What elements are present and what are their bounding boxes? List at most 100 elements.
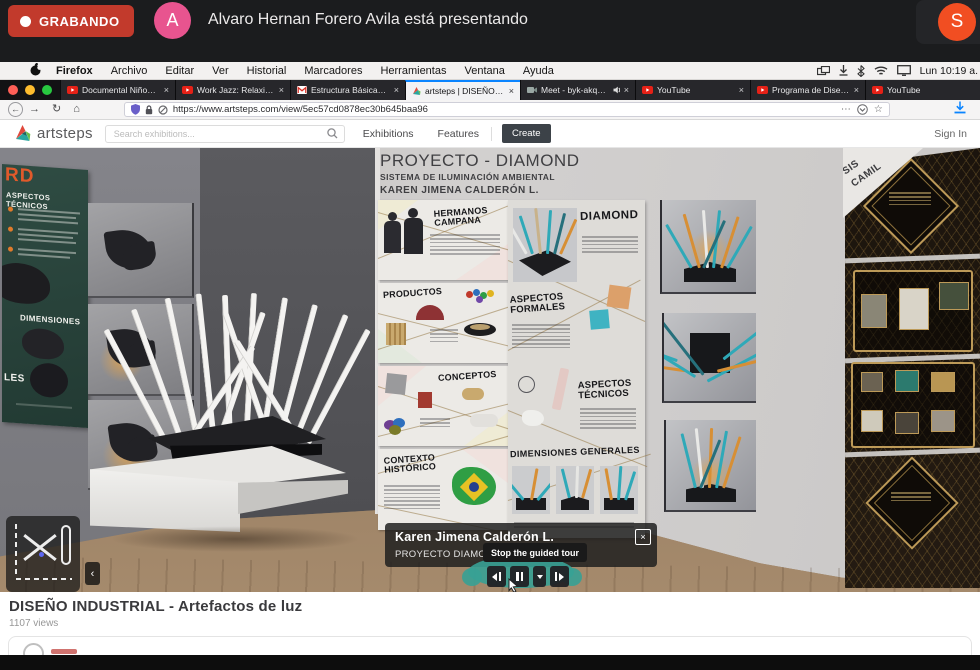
menu-bar-clock[interactable]: Lun 10:19 a. bbox=[920, 65, 978, 77]
figure-head bbox=[388, 212, 397, 221]
menu-marcadores[interactable]: Marcadores bbox=[295, 65, 371, 77]
lock-icon[interactable] bbox=[145, 105, 153, 115]
artsteps-logo[interactable]: artsteps bbox=[0, 124, 93, 144]
nav-features[interactable]: Features bbox=[426, 128, 491, 140]
url-address-field[interactable]: https://www.artsteps.com/view/5ec57cd087… bbox=[124, 102, 890, 117]
poster-heading: PRODUCTOS bbox=[383, 287, 443, 301]
header-divider bbox=[491, 127, 492, 141]
browser-toolbar: ← → ↻ ⌂ https://www.artsteps.com/view/5e… bbox=[0, 100, 980, 120]
presenter-initial: A bbox=[166, 10, 178, 31]
tab-close-icon[interactable]: × bbox=[509, 86, 514, 96]
apple-logo-icon bbox=[30, 63, 41, 76]
pause-icon bbox=[521, 572, 524, 581]
tab-programa[interactable]: Programa de Diseño Industria × bbox=[750, 80, 865, 100]
teal-infographic-poster[interactable]: RD ASPECTOS TÉCNICOS DIMENSIONES LES bbox=[2, 164, 88, 428]
speaker-icon[interactable] bbox=[613, 86, 620, 94]
home-button[interactable]: ⌂ bbox=[67, 104, 86, 115]
youtube-favicon bbox=[67, 86, 78, 94]
tab-meet[interactable]: Meet - byk-akqo-bsp × bbox=[520, 80, 635, 100]
url-bar-actions: ⋯ ☆ bbox=[841, 104, 883, 115]
pocket-icon[interactable] bbox=[857, 104, 868, 115]
wall-strip bbox=[845, 254, 980, 264]
display-icon[interactable] bbox=[897, 65, 911, 76]
menu-firefox[interactable]: Firefox bbox=[47, 65, 102, 77]
input-arrow-icon[interactable] bbox=[839, 65, 848, 76]
wall-title-line2: SISTEMA DE ILUMINACIÓN AMBIENTAL bbox=[380, 172, 579, 182]
tour-options-button[interactable] bbox=[533, 566, 546, 587]
self-avatar[interactable]: S bbox=[938, 3, 976, 41]
create-button[interactable]: Create bbox=[502, 124, 551, 143]
poster-campana[interactable]: HERMANOS CAMPANA PRODUCTOS bbox=[378, 200, 508, 530]
tab-close-icon[interactable]: × bbox=[854, 85, 859, 95]
tab-youtube-1[interactable]: YouTube × bbox=[635, 80, 750, 100]
menu-archivo[interactable]: Archivo bbox=[102, 65, 157, 77]
minimap-collapse-button[interactable]: ‹ bbox=[85, 562, 100, 585]
reload-button[interactable]: ↻ bbox=[46, 104, 67, 115]
poster-campana-s3: CONCEPTOS bbox=[378, 366, 508, 446]
menu-ver[interactable]: Ver bbox=[203, 65, 238, 77]
guided-tour-controls bbox=[487, 566, 569, 587]
tab-close-icon[interactable]: × bbox=[279, 85, 284, 95]
search-input[interactable] bbox=[112, 128, 323, 140]
permissions-icon[interactable] bbox=[158, 105, 168, 115]
stick-sculpture-3d-model[interactable] bbox=[155, 293, 335, 443]
forward-button[interactable]: → bbox=[23, 104, 46, 115]
tab-close-icon[interactable]: × bbox=[394, 85, 399, 95]
shield-icon[interactable] bbox=[131, 104, 140, 115]
apple-menu[interactable] bbox=[0, 63, 47, 79]
close-window-button[interactable] bbox=[8, 85, 18, 95]
minimap[interactable] bbox=[6, 516, 80, 592]
maximize-window-button[interactable] bbox=[42, 85, 52, 95]
menu-editar[interactable]: Editar bbox=[156, 65, 203, 77]
next-step-button[interactable] bbox=[550, 566, 569, 587]
menu-ayuda[interactable]: Ayuda bbox=[514, 65, 563, 77]
framed-artwork-lamp-1[interactable] bbox=[88, 203, 194, 298]
bluetooth-icon[interactable] bbox=[857, 65, 865, 77]
poster-campana-s4: CONTEXTO HISTÓRICO bbox=[378, 449, 508, 530]
wall-title-line1: PROYECTO - DIAMOND bbox=[380, 151, 579, 171]
deco-concepts-panel bbox=[851, 362, 975, 448]
back-button[interactable]: ← bbox=[8, 102, 23, 117]
tab-label: Documental Niños Rosados y bbox=[82, 85, 160, 95]
search-icon[interactable] bbox=[327, 128, 338, 139]
tab-label: YouTube bbox=[657, 85, 735, 95]
mirror-icon[interactable] bbox=[817, 66, 830, 76]
poster-diamond[interactable]: DIAMOND ASPECTOS FORMALES ASPECTOS TÉCNI… bbox=[508, 200, 645, 538]
more-options-icon[interactable]: ⋯ bbox=[841, 104, 851, 115]
previous-step-button[interactable] bbox=[487, 566, 506, 587]
bullet-icon bbox=[8, 246, 13, 251]
tab-close-icon[interactable]: × bbox=[164, 85, 169, 95]
stick-bundle-image bbox=[552, 368, 570, 411]
tooltip-close-button[interactable]: × bbox=[635, 529, 651, 545]
record-dot-icon bbox=[20, 16, 31, 27]
nav-exhibitions[interactable]: Exhibitions bbox=[351, 128, 426, 140]
tab-close-icon[interactable]: × bbox=[624, 85, 629, 95]
deco-poster-wall[interactable] bbox=[845, 148, 980, 588]
artsteps-logo-icon bbox=[13, 124, 33, 144]
tour-tooltip: Stop the guided tour bbox=[483, 543, 587, 562]
tab-documental[interactable]: Documental Niños Rosados y × bbox=[60, 80, 175, 100]
url-text: https://www.artsteps.com/view/5ec57cd087… bbox=[173, 104, 836, 115]
tab-work-jazz[interactable]: Work Jazz: Relaxing Jazz Hip × bbox=[175, 80, 290, 100]
tab-close-icon[interactable]: × bbox=[739, 85, 744, 95]
bookmark-star-icon[interactable]: ☆ bbox=[874, 104, 883, 115]
tab-artsteps-active[interactable]: artsteps | DISEÑO INDUSTRIA × bbox=[405, 80, 520, 100]
tab-estructura[interactable]: Estructura Básicas y referent × bbox=[290, 80, 405, 100]
wifi-icon[interactable] bbox=[874, 65, 888, 76]
minimap-wall-bottom bbox=[16, 578, 72, 580]
download-icon[interactable] bbox=[954, 101, 966, 114]
framed-stick-artwork-2[interactable] bbox=[662, 313, 756, 403]
sign-in-link[interactable]: Sign In bbox=[934, 128, 980, 140]
framed-stick-artwork-1[interactable] bbox=[660, 200, 756, 294]
deco-text-lines bbox=[889, 190, 931, 207]
search-box[interactable] bbox=[105, 125, 345, 143]
exhibition-3d-view[interactable]: RD ASPECTOS TÉCNICOS DIMENSIONES LES bbox=[0, 148, 980, 592]
framed-stick-artwork-3[interactable] bbox=[664, 420, 756, 512]
minimize-window-button[interactable] bbox=[25, 85, 35, 95]
tab-youtube-2[interactable]: YouTube bbox=[865, 80, 980, 100]
menu-herramientas[interactable]: Herramientas bbox=[371, 65, 455, 77]
text-line bbox=[18, 253, 70, 258]
menu-ventana[interactable]: Ventana bbox=[455, 65, 513, 77]
menu-historial[interactable]: Historial bbox=[238, 65, 296, 77]
tab-label: Work Jazz: Relaxing Jazz Hip bbox=[197, 85, 275, 95]
